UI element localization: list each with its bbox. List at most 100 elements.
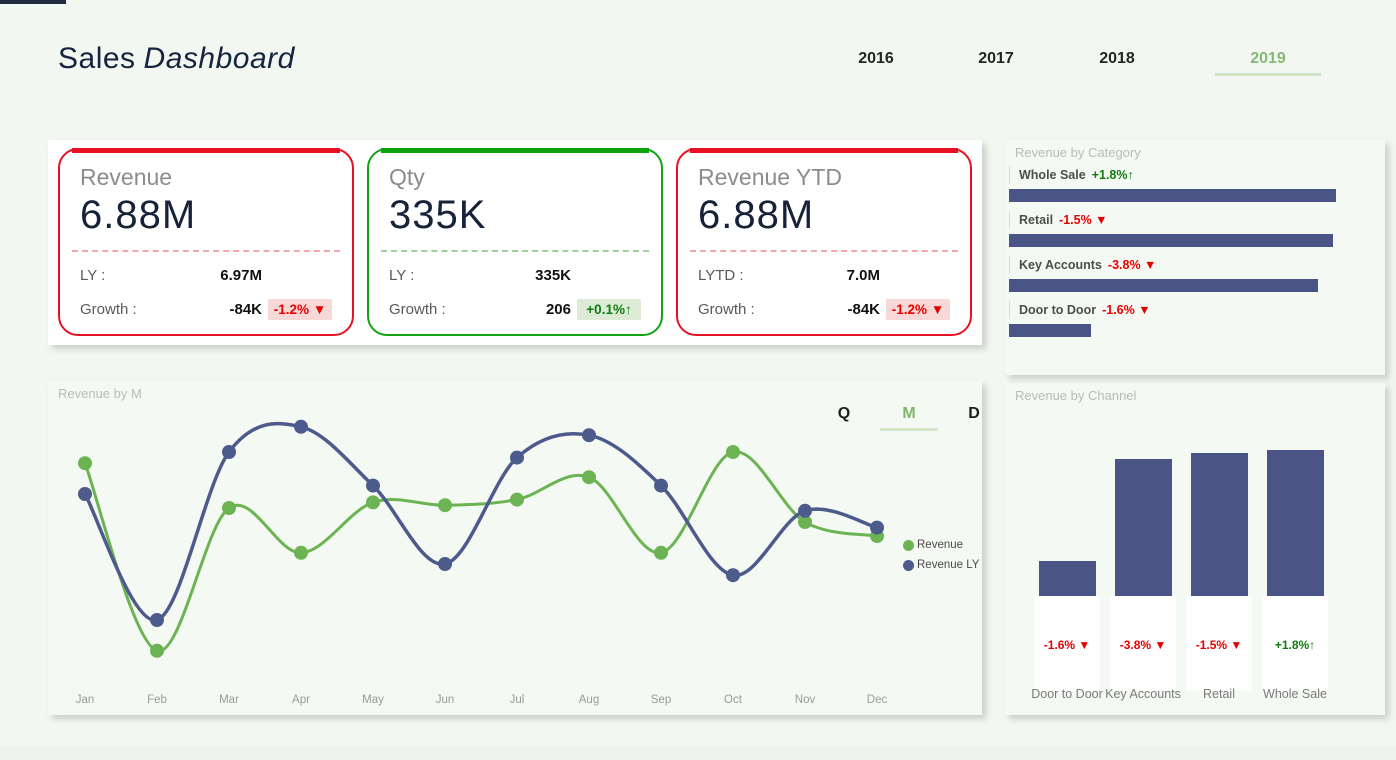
category-growth: -1.6% ▼ — [1102, 303, 1151, 317]
kpi-row-label: Growth : — [389, 301, 446, 318]
category-label: Retail — [1019, 213, 1054, 227]
kpi-card-revenue[interactable]: Revenue 6.88M LY : 6.97M Growth : -84K -… — [58, 148, 354, 336]
category-row-key-accounts: Key Accounts -3.8% ▼ — [1009, 256, 1381, 292]
page-title-italic: Dashboard — [143, 42, 295, 75]
category-bar-retail[interactable] — [1009, 234, 1333, 247]
legend-item-revenue[interactable]: Revenue — [903, 539, 979, 551]
kpi-growth-badge — [577, 273, 641, 279]
kpi-divider — [72, 250, 340, 252]
point-revenue-aug[interactable] — [582, 470, 596, 485]
x-axis-label-may: May — [362, 694, 384, 706]
category-bar-door-to-door[interactable] — [1009, 324, 1091, 337]
category-label: Whole Sale — [1019, 168, 1086, 182]
kpi-row-value: -84K — [847, 301, 880, 318]
category-label-line: Key Accounts -3.8% ▼ — [1009, 256, 1381, 274]
point-revenue-ly-apr[interactable] — [294, 419, 308, 434]
kpi-value: 6.88M — [698, 193, 815, 237]
x-axis-label-oct: Oct — [724, 694, 743, 706]
kpi-value: 335K — [389, 193, 487, 237]
x-axis-label-feb: Feb — [147, 694, 167, 706]
point-revenue-oct[interactable] — [726, 445, 740, 459]
category-bar-key-accounts[interactable] — [1009, 279, 1318, 292]
year-tab-2018[interactable]: 2018 — [1067, 50, 1167, 76]
year-tab-2017[interactable]: 2017 — [946, 50, 1046, 76]
kpi-row-label: LYTD : — [698, 267, 744, 284]
kpi-divider — [690, 250, 958, 252]
point-revenue-ly-oct[interactable] — [726, 568, 740, 583]
point-revenue-ly-mar[interactable] — [222, 445, 236, 459]
page-title: Sales Dashboard — [58, 42, 295, 76]
point-revenue-ly-jan[interactable] — [78, 487, 92, 501]
x-axis-label-aug: Aug — [579, 694, 599, 706]
point-revenue-jan[interactable] — [78, 456, 92, 471]
point-revenue-sep[interactable] — [654, 545, 668, 560]
kpi-growth-badge — [268, 273, 332, 279]
year-tab-2016[interactable]: 2016 — [826, 50, 926, 76]
channel-label-whole-sale: Whole Sale — [1263, 687, 1327, 701]
year-tab-2019[interactable]: 2019 — [1215, 50, 1321, 76]
legend-dot-revenue — [903, 539, 914, 551]
kpi-row: LY : 6.97M — [80, 267, 332, 284]
kpi-title: Revenue — [80, 164, 173, 190]
point-revenue-may[interactable] — [366, 495, 380, 510]
channel-panel-title: Revenue by Channel — [1015, 388, 1137, 403]
kpi-growth-badge: -1.2% ▼ — [886, 299, 950, 320]
channel-growth-badge-key-accounts: -3.8% ▼ — [1119, 638, 1167, 652]
kpi-row-label: Growth : — [698, 301, 755, 318]
channel-bar-door-to-door[interactable] — [1038, 561, 1096, 596]
kpi-row-value: -84K — [229, 301, 262, 318]
point-revenue-ly-jul[interactable] — [510, 450, 524, 465]
channel-bar-retail[interactable] — [1190, 453, 1248, 596]
point-revenue-ly-nov[interactable] — [798, 503, 812, 518]
legend-item-revenue-ly[interactable]: Revenue LY — [903, 559, 979, 571]
point-revenue-ly-sep[interactable] — [654, 478, 668, 493]
category-bars: Whole Sale +1.8%↑ Retail -1.5% ▼ Key Acc… — [1009, 166, 1381, 346]
channel-growth-badge-whole-sale: +1.8%↑ — [1274, 638, 1316, 652]
x-axis-label-nov: Nov — [795, 694, 816, 706]
point-revenue-mar[interactable] — [222, 501, 236, 515]
point-revenue-ly-jun[interactable] — [438, 557, 452, 571]
point-revenue-feb[interactable] — [150, 643, 164, 658]
channel-bar-key-accounts[interactable] — [1114, 459, 1172, 596]
kpi-row: Growth : -84K -1.2% ▼ — [698, 299, 950, 320]
category-growth: -3.8% ▼ — [1107, 258, 1157, 272]
kpi-row: LY : 335K — [389, 267, 641, 284]
point-revenue-ly-aug[interactable] — [582, 428, 596, 443]
kpi-divider — [381, 250, 649, 252]
window-edge-strip — [0, 0, 66, 4]
kpi-row-label: LY : — [389, 267, 415, 284]
x-axis-label-mar: Mar — [219, 694, 239, 706]
point-revenue-jul[interactable] — [510, 492, 524, 507]
x-axis-label-apr: Apr — [292, 694, 310, 706]
point-revenue-ly-may[interactable] — [366, 478, 380, 493]
kpi-title: Qty — [389, 164, 425, 190]
category-bar-whole-sale[interactable] — [1009, 189, 1337, 202]
page-title-regular: Sales — [58, 42, 136, 75]
category-label: Door to Door — [1019, 303, 1097, 317]
kpi-card-qty[interactable]: Qty 335K LY : 335K Growth : 206 +0.1%↑ — [367, 148, 663, 336]
revenue-by-channel-panel: Revenue by Channel -1.6% ▼ Door to Door -3… — [1005, 383, 1385, 715]
legend-label: Revenue LY — [917, 559, 980, 571]
point-revenue-jun[interactable] — [438, 498, 452, 513]
kpi-row-value: 335K — [535, 267, 571, 284]
x-axis-label-sep: Sep — [651, 694, 671, 706]
channel-growth-badge-door-to-door: -1.6% ▼ — [1043, 638, 1091, 652]
kpi-accent-bar — [690, 148, 958, 153]
category-row-retail: Retail -1.5% ▼ — [1009, 211, 1381, 247]
kpi-row-value: 7.0M — [846, 267, 880, 284]
kpi-growth-badge: -1.2% ▼ — [268, 299, 332, 320]
kpi-growth-badge — [886, 273, 950, 279]
category-label-line: Door to Door -1.6% ▼ — [1009, 301, 1381, 319]
point-revenue-ly-feb[interactable] — [150, 613, 164, 627]
point-revenue-apr[interactable] — [294, 545, 308, 560]
kpi-card-revenue-ytd[interactable]: Revenue YTD 6.88M LYTD : 7.0M Growth : -… — [676, 148, 972, 336]
point-revenue-ly-dec[interactable] — [870, 520, 884, 535]
kpi-accent-bar — [72, 148, 340, 153]
category-label: Key Accounts — [1019, 258, 1102, 272]
category-growth: +1.8%↑ — [1091, 168, 1134, 182]
revenue-by-month-panel: Revenue by M Q M D Jan Feb Mar Apr May Jun Jul… — [48, 381, 982, 715]
legend-label: Revenue — [917, 539, 964, 551]
channel-bar-whole-sale[interactable] — [1266, 450, 1324, 596]
line-chart-legend: Revenue Revenue LY — [903, 539, 979, 579]
kpi-growth-badge: +0.1%↑ — [577, 299, 641, 320]
